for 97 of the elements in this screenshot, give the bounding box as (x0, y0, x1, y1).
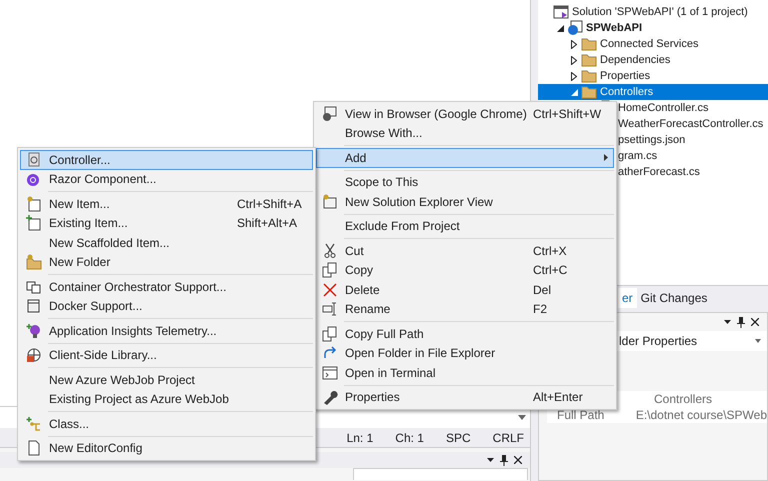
tree-label: atherForecast.cs (618, 164, 700, 180)
caret-icon[interactable] (487, 458, 494, 462)
menu-item[interactable]: Open in Terminal (316, 363, 614, 382)
document-icon (26, 440, 42, 456)
menu-item[interactable]: New Scaffolded Item... (20, 233, 313, 252)
rename-icon (322, 301, 338, 318)
menu-item[interactable]: Cut Ctrl+X (316, 241, 614, 260)
menu-item[interactable]: Container Orchestrator Support... (20, 277, 313, 296)
close-icon[interactable] (751, 318, 759, 326)
tree-row[interactable]: Solution 'SPWebAPI' (1 of 1 project) (538, 4, 768, 20)
new-item-icon (26, 196, 42, 212)
expanded-arrow-icon (570, 88, 578, 96)
menu-item[interactable]: New Solution Explorer View (316, 192, 614, 212)
menu-item[interactable]: Existing Item... Shift+Alt+A (20, 214, 313, 233)
shortcut-text: Alt+Enter (533, 389, 584, 406)
caret-icon (755, 339, 761, 343)
tree-label: Controllers (600, 84, 654, 100)
menu-item[interactable]: Class... (20, 414, 313, 434)
containers-icon (26, 278, 42, 295)
menu-item[interactable]: Browse With... (316, 124, 614, 143)
menu-item[interactable]: Exclude From Project (316, 216, 614, 236)
menu-item[interactable]: Delete Del (316, 280, 614, 300)
menu-item[interactable]: Rename F2 (316, 300, 614, 319)
class-icon (26, 416, 42, 432)
tree-label: gram.cs (618, 148, 658, 164)
tree-label: SPWebAPI (586, 20, 642, 36)
globe-project-icon (567, 20, 583, 36)
property-value: E:\dotnet course\SPWeb (634, 407, 767, 424)
menu-item[interactable]: New Item... Ctrl+Shift+A (20, 194, 313, 214)
razor-icon (26, 171, 42, 188)
menu-item[interactable]: Razor Component... (20, 170, 313, 189)
folder-icon (581, 52, 597, 68)
property-value: Controllers (653, 391, 712, 408)
globe-icon (26, 347, 42, 364)
panel-tab[interactable]: Git Changes (636, 288, 712, 308)
expanded-arrow-icon (556, 24, 564, 32)
terminal-icon (322, 364, 338, 381)
menu-item[interactable]: Application Insights Telemetry... (20, 321, 313, 340)
tree-label: Properties (600, 68, 650, 84)
wrench-icon (322, 389, 338, 406)
menu-item[interactable]: Scope to This (316, 172, 614, 192)
status-text: Ch: 1 (395, 430, 424, 446)
shortcut-text: Ctrl+X (533, 242, 568, 260)
tree-label: Connected Services (600, 36, 698, 52)
property-name: Full Path (556, 407, 606, 424)
caret-icon[interactable] (724, 320, 731, 324)
caret-icon (518, 415, 526, 420)
existing-item-icon (26, 215, 42, 232)
shortcut-text: Ctrl+C (533, 262, 568, 280)
shortcut-text: F2 (533, 301, 548, 318)
tree-label: Dependencies (600, 52, 670, 68)
tree-row[interactable]: Properties (538, 68, 768, 84)
pin-icon[interactable] (737, 316, 745, 328)
menu-item[interactable]: Controller... (20, 150, 313, 170)
search-field[interactable] (353, 468, 528, 480)
submenu-arrow-icon (604, 154, 608, 162)
status-text: SPC (446, 430, 471, 446)
menu-item[interactable]: Docker Support... (20, 296, 313, 316)
menu-item[interactable]: Properties Alt+Enter (316, 388, 614, 407)
lightbulb-icon (26, 322, 42, 339)
copy-icon (322, 262, 338, 278)
delete-icon (322, 282, 338, 298)
controller-icon (26, 152, 42, 168)
menu-item[interactable]: View in Browser (Google Chrome) Ctrl+Shift+W (316, 104, 614, 124)
tree-row[interactable]: SPWebAPI (538, 20, 768, 36)
menu-item[interactable]: Copy Ctrl+C (316, 260, 614, 280)
scissors-icon (322, 242, 338, 259)
folder-icon (581, 36, 597, 52)
menu-item[interactable]: New Azure WebJob Project (20, 370, 313, 390)
shortcut-text: Ctrl+Shift+W (533, 106, 602, 123)
window-icon (322, 194, 338, 210)
status-text: CRLF (492, 430, 524, 446)
copy-icon (322, 326, 338, 342)
solution-icon (553, 4, 569, 20)
tree-row[interactable]: Dependencies (538, 52, 768, 68)
selected-tree-row[interactable]: Controllers (538, 84, 768, 100)
tree-label: psettings.json (618, 132, 686, 148)
shortcut-text: Del (533, 282, 552, 299)
object-name: lder Properties (619, 333, 698, 350)
browser-window-icon (322, 106, 338, 122)
container-icon (26, 298, 42, 314)
menu-item[interactable]: Add (316, 148, 614, 168)
panel-tab[interactable]: er (618, 288, 637, 308)
shortcut-text: Shift+Alt+A (237, 215, 298, 232)
menu-item[interactable]: New EditorConfig (20, 438, 313, 458)
menu-item[interactable]: Existing Project as Azure WebJob (20, 390, 313, 409)
folder-icon (26, 254, 42, 270)
tree-label: WeatherForecastController.cs (618, 116, 764, 132)
shortcut-text: Ctrl+Shift+A (237, 196, 303, 213)
tree-label: Solution 'SPWebAPI' (1 of 1 project) (572, 4, 748, 20)
menu-item[interactable]: New Folder (20, 252, 313, 272)
tree-label: HomeController.cs (618, 100, 708, 116)
menu-item[interactable]: Client-Side Library... (20, 346, 313, 365)
close-icon[interactable] (514, 456, 522, 464)
tree-row[interactable]: Connected Services (538, 36, 768, 52)
pin-icon[interactable] (500, 454, 508, 466)
status-text: Ln: 1 (346, 430, 374, 446)
